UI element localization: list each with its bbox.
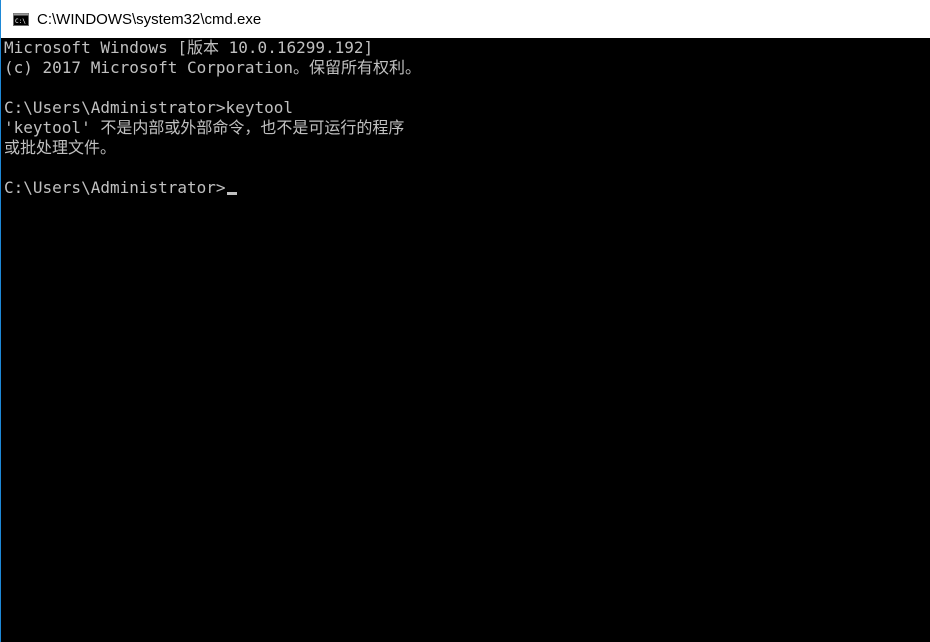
prompt-text: C:\Users\Administrator> — [4, 178, 226, 197]
console-line: 'keytool' 不是内部或外部命令，也不是可运行的程序 — [4, 118, 405, 137]
title-bar[interactable]: C:\ C:\WINDOWS\system32\cmd.exe — [1, 0, 930, 38]
window-title: C:\WINDOWS\system32\cmd.exe — [37, 10, 262, 28]
console-area[interactable]: Microsoft Windows [版本 10.0.16299.192] (c… — [1, 38, 930, 642]
prompt-line[interactable]: C:\Users\Administrator> — [4, 178, 421, 198]
text-cursor — [226, 192, 237, 195]
console-line: C:\Users\Administrator>keytool — [4, 98, 293, 117]
cmd-window: C:\ C:\WINDOWS\system32\cmd.exe Microsof… — [0, 0, 930, 642]
console-line: 或批处理文件。 — [4, 138, 117, 157]
cmd-console-icon[interactable]: C:\ — [13, 12, 29, 26]
console-line: Microsoft Windows [版本 10.0.16299.192] — [4, 38, 374, 57]
svg-text:C:\: C:\ — [15, 18, 26, 25]
console-line: (c) 2017 Microsoft Corporation。保留所有权利。 — [4, 58, 421, 77]
console-output: Microsoft Windows [版本 10.0.16299.192] (c… — [4, 38, 421, 198]
